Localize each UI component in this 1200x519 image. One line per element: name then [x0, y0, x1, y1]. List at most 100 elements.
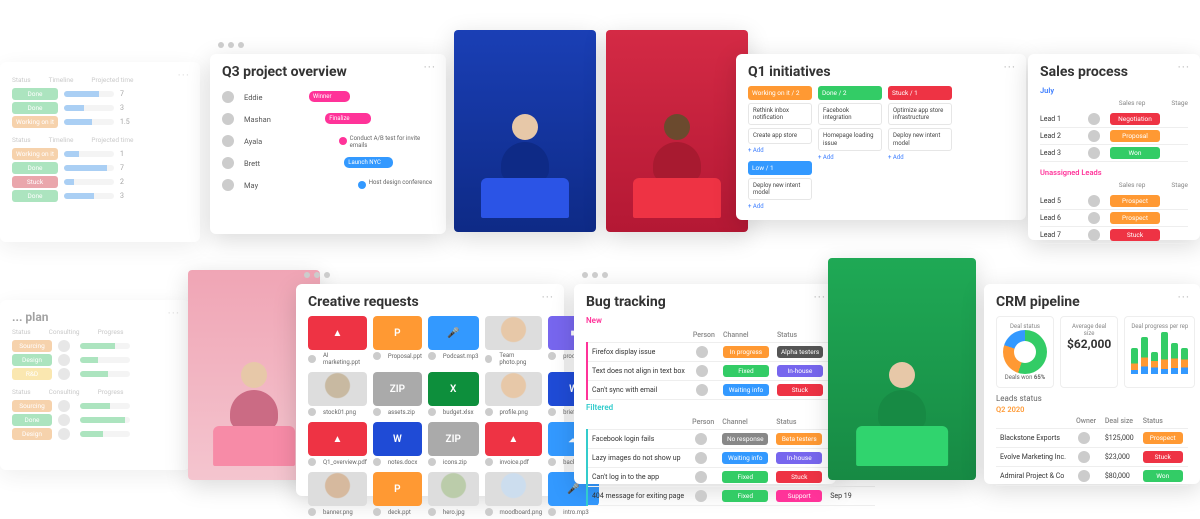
group-q2[interactable]: Q2 2020 — [996, 405, 1188, 414]
file-grid: ▲AI marketing.pptPProposal.ppt🎤Podcast.m… — [308, 316, 552, 516]
window-controls — [582, 272, 608, 278]
photo-red — [606, 30, 748, 232]
file-caption: icons.zip — [428, 456, 479, 466]
file-caption: intro.mp3 — [548, 506, 599, 516]
more-icon[interactable]: ··· — [168, 306, 180, 320]
file-caption: assets.zip — [373, 406, 422, 416]
table-row[interactable]: Evolve Marketing Inc.$23,000Stuck — [996, 448, 1188, 467]
more-icon[interactable]: ··· — [1178, 290, 1190, 304]
kpi-deal-status: Deal status Deals won 65% — [996, 316, 1054, 388]
table-row[interactable]: Lead 7Stuck — [1040, 227, 1188, 244]
add-button[interactable]: + Add — [888, 154, 952, 161]
table-row[interactable]: Blackstone Exports$125,000Prospect — [996, 429, 1188, 448]
table-row[interactable]: Admiral Project & Co$80,000Won — [996, 467, 1188, 486]
card-title: Q1 initiatives — [748, 64, 1014, 80]
table-row[interactable]: Sourcing — [12, 340, 178, 352]
kanban-card-item[interactable]: Facebook integration — [818, 103, 882, 125]
file-caption: profile.png — [485, 406, 543, 416]
add-button[interactable]: + Add — [748, 203, 812, 210]
status-group-2: Working on it1 Done7 Stuck2 Done3 — [12, 148, 188, 202]
kpi-avg-deal: Average deal size $62,000 — [1060, 316, 1118, 388]
table-row[interactable]: Lead 2Proposal — [1040, 128, 1188, 145]
file-thumb[interactable]: ZIP — [373, 372, 422, 406]
card-title: ... plan — [12, 310, 178, 324]
file-caption: Q1_overview.pdf — [308, 456, 367, 466]
table-row[interactable]: Lead 1Negotiation — [1040, 111, 1188, 128]
group-unassigned[interactable]: Unassigned Leads — [1040, 168, 1188, 177]
file-thumb[interactable]: W — [373, 422, 422, 456]
file-caption: deck.ppt — [373, 506, 422, 516]
file-caption: Team photo.png — [485, 350, 543, 366]
sales-card: ··· Sales process July Sales repStage Le… — [1028, 54, 1200, 240]
kanban-col-header[interactable]: Working on it / 2 — [748, 86, 812, 100]
file-thumb[interactable] — [308, 372, 367, 406]
kanban-col-header[interactable]: Low / 1 — [748, 161, 812, 175]
photo-green — [828, 258, 976, 480]
file-caption: hero.jpg — [428, 506, 479, 516]
kanban-card-item[interactable]: Deploy new intent model — [888, 128, 952, 150]
card-title: Sales process — [1040, 64, 1188, 80]
status-group-1: Done7 Done3 Working on it1.5 — [12, 88, 188, 128]
section-header: Leads status — [996, 394, 1188, 403]
crm-card: ··· CRM pipeline Deal status Deals won 6… — [984, 284, 1200, 484]
plan-card: ··· ... plan StatusConsultingProgress So… — [0, 300, 190, 470]
stacked-bars — [1131, 330, 1188, 374]
table-row[interactable]: Lead 6Prospect — [1040, 210, 1188, 227]
table-row[interactable]: R&D — [12, 368, 178, 380]
more-icon[interactable]: ··· — [814, 290, 826, 304]
file-caption: stock01.png — [308, 406, 367, 416]
kanban-card-item[interactable]: Deploy new intent model — [748, 178, 812, 200]
file-thumb[interactable]: ▲ — [485, 422, 543, 456]
file-thumb[interactable]: P — [373, 316, 422, 350]
file-thumb[interactable]: ▲ — [308, 422, 367, 456]
status-card-a: ··· StatusTimelineProjected time Done7 D… — [0, 62, 200, 242]
file-thumb[interactable] — [308, 472, 367, 506]
bug-card: ··· Bug tracking NewPersonChannelStatusP… — [574, 284, 836, 484]
kanban-card: ··· Q1 initiatives Working on it / 2 Reth… — [736, 54, 1026, 220]
kanban-card-item[interactable]: Create app store — [748, 128, 812, 143]
file-thumb[interactable] — [428, 472, 479, 506]
group-header[interactable]: New — [586, 316, 824, 325]
card-title: Q3 project overview — [222, 64, 434, 80]
more-icon[interactable]: ··· — [1004, 60, 1016, 74]
card-title: CRM pipeline — [996, 294, 1188, 310]
file-thumb[interactable] — [485, 372, 543, 406]
file-caption: AI marketing.ppt — [308, 350, 367, 366]
donut-chart — [1003, 330, 1047, 374]
table-row[interactable]: Lead 3Won — [1040, 145, 1188, 162]
leads-table: OwnerDeal sizeStatus Blackstone Exports$… — [996, 414, 1188, 486]
file-thumb[interactable]: 🎤 — [428, 316, 479, 350]
more-icon[interactable]: ··· — [1178, 60, 1190, 74]
file-caption: Proposal.ppt — [373, 350, 422, 360]
group-header[interactable]: Filtered — [586, 403, 824, 412]
file-caption: invoice.pdf — [485, 456, 543, 466]
kanban-card-item[interactable]: Rethink inbox notification — [748, 103, 812, 125]
creative-card: ··· Creative requests ▲AI marketing.pptP… — [296, 284, 564, 496]
card-title: Creative requests — [308, 294, 552, 310]
file-thumb[interactable]: P — [373, 472, 422, 506]
file-thumb[interactable] — [485, 316, 543, 350]
table-row[interactable]: Lead 5Prospect — [1040, 193, 1188, 210]
file-thumb[interactable]: ZIP — [428, 422, 479, 456]
table-row[interactable]: Sourcing — [12, 400, 178, 412]
gantt-chart: EddieWinner campaign performance MashanF… — [222, 86, 434, 196]
table-row[interactable]: Done — [12, 414, 178, 426]
file-thumb[interactable]: ▲ — [308, 316, 367, 350]
more-icon[interactable]: ··· — [542, 290, 554, 304]
more-icon[interactable]: ··· — [424, 60, 436, 74]
file-thumb[interactable]: X — [428, 372, 479, 406]
table-row[interactable]: 404 message for exiting pageFixedSupport… — [587, 487, 875, 506]
kanban-col-header[interactable]: Done / 2 — [818, 86, 882, 100]
file-thumb[interactable] — [485, 472, 543, 506]
add-button[interactable]: + Add — [748, 147, 812, 154]
table-row[interactable]: Design — [12, 428, 178, 440]
kanban-card-item[interactable]: Homepage loading issue — [818, 128, 882, 150]
add-button[interactable]: + Add — [818, 154, 882, 161]
table-row[interactable]: Design — [12, 354, 178, 366]
window-controls — [304, 272, 330, 278]
more-icon[interactable]: ··· — [178, 68, 190, 82]
window-controls — [218, 42, 244, 48]
kanban-col-header[interactable]: Stuck / 1 — [888, 86, 952, 100]
kanban-card-item[interactable]: Optimize app store infrastructure — [888, 103, 952, 125]
group-july[interactable]: July — [1040, 86, 1188, 95]
